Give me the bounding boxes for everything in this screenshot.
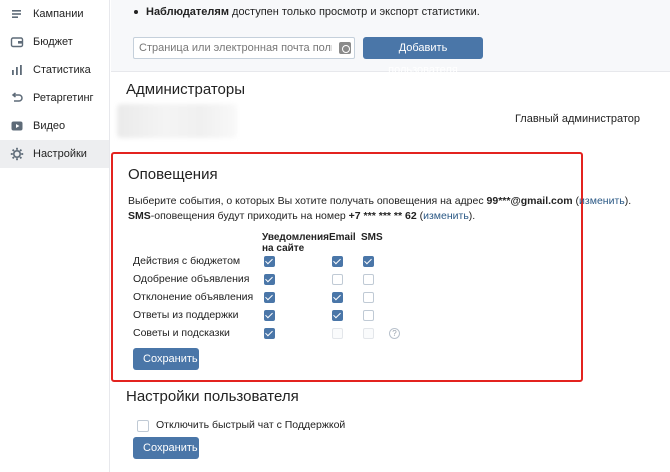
change-phone-link[interactable]: изменить — [423, 210, 469, 222]
checkbox-site[interactable] — [264, 328, 275, 339]
column-site: Уведомления на сайте — [262, 232, 329, 254]
notifications-sms-line: SMS-оповещения будут приходить на номер … — [128, 210, 475, 222]
admin-role: Главный администратор — [514, 113, 640, 125]
sidebar: Кампании Бюджет Статистика Ретаргетинг В… — [0, 0, 110, 472]
sidebar-item-label: Видео — [33, 120, 66, 132]
checkbox-sms[interactable] — [363, 274, 374, 285]
stats-icon — [9, 62, 25, 78]
row-label-support: Ответы из поддержки — [133, 309, 239, 321]
checkbox-email[interactable] — [332, 274, 343, 285]
access-panel: Наблюдателям доступен только просмотр и … — [111, 0, 670, 76]
wallet-icon — [9, 34, 25, 50]
bullet-dot — [134, 10, 138, 15]
checkbox-email[interactable] — [332, 292, 343, 303]
checkbox-sms[interactable] — [363, 256, 374, 267]
sidebar-item-video[interactable]: Видео — [0, 112, 109, 140]
save-user-settings-button[interactable]: Сохранить — [133, 437, 199, 459]
avatar — [117, 104, 237, 138]
sms-label: SMS — [128, 210, 151, 222]
checkbox-sms[interactable] — [363, 292, 374, 303]
sidebar-item-retargeting[interactable]: Ретаргетинг — [0, 84, 109, 112]
save-notifications-button[interactable]: Сохранить — [133, 348, 199, 370]
notification-email: 99***@gmail.com — [486, 195, 573, 207]
main-content: Наблюдателям доступен только просмотр и … — [111, 0, 670, 472]
retarget-icon — [9, 90, 25, 106]
row-label-approval: Одобрение объявления — [133, 273, 250, 285]
column-email: Email — [329, 232, 356, 243]
sidebar-item-campaigns[interactable]: Кампании — [0, 0, 109, 28]
user-search-input[interactable] — [133, 37, 355, 59]
sidebar-item-settings[interactable]: Настройки — [0, 140, 109, 168]
change-email-link[interactable]: изменить — [579, 195, 625, 207]
video-icon — [9, 118, 25, 134]
admins-title: Администраторы — [126, 81, 246, 98]
viewer-note-text: доступен только просмотр и экспорт стати… — [228, 6, 480, 18]
paren-close: ). — [468, 210, 476, 222]
notification-phone: +7 *** *** ** 62 — [348, 210, 417, 222]
notifications-panel: Оповещения Выберите события, о которых В… — [111, 152, 631, 382]
column-site-line2: на сайте — [262, 243, 305, 254]
email-line-text: Выберите события, о которых Вы хотите по… — [128, 195, 487, 207]
sidebar-item-label: Бюджет — [33, 36, 73, 48]
help-icon[interactable]: ? — [389, 328, 400, 339]
viewer-note: Наблюдателям доступен только просмотр и … — [134, 6, 480, 18]
row-label-rejection: Отклонение объявления — [133, 291, 254, 303]
sidebar-item-label: Кампании — [33, 8, 84, 20]
checkbox-site[interactable] — [264, 292, 275, 303]
column-sms: SMS — [361, 232, 383, 243]
notifications-title: Оповещения — [128, 166, 218, 183]
campaigns-icon — [9, 6, 25, 22]
paren-close: ). — [624, 195, 632, 207]
row-label-budget: Действия с бюджетом — [133, 255, 241, 267]
sidebar-item-budget[interactable]: Бюджет — [0, 28, 109, 56]
sidebar-item-label: Ретаргетинг — [33, 92, 94, 104]
sidebar-item-label: Настройки — [33, 148, 87, 160]
column-site-line1: Уведомления — [262, 232, 329, 243]
viewer-role: Наблюдателям — [146, 6, 229, 18]
sidebar-item-stats[interactable]: Статистика — [0, 56, 109, 84]
checkbox-site[interactable] — [264, 256, 275, 267]
sidebar-item-label: Статистика — [33, 64, 91, 76]
checkbox-sms[interactable] — [363, 310, 374, 321]
checkbox-email[interactable] — [332, 310, 343, 321]
checkbox-sms — [363, 328, 374, 339]
sms-line-text: -оповещения будут приходить на номер — [150, 210, 349, 222]
checkbox-email[interactable] — [332, 256, 343, 267]
row-label-tips: Советы и подсказки — [133, 327, 230, 339]
quick-chat-checkbox[interactable] — [137, 420, 149, 432]
quick-chat-label: Отключить быстрый чат с Поддержкой — [156, 419, 346, 431]
checkbox-site[interactable] — [264, 274, 275, 285]
add-user-button[interactable]: Добавить пользователя — [363, 37, 483, 76]
user-settings-title: Настройки пользователя — [126, 388, 299, 405]
contact-card-icon[interactable] — [339, 42, 351, 54]
notifications-email-line: Выберите события, о которых Вы хотите по… — [128, 195, 631, 207]
checkbox-site[interactable] — [264, 310, 275, 321]
gear-icon — [9, 146, 25, 162]
checkbox-email — [332, 328, 343, 339]
